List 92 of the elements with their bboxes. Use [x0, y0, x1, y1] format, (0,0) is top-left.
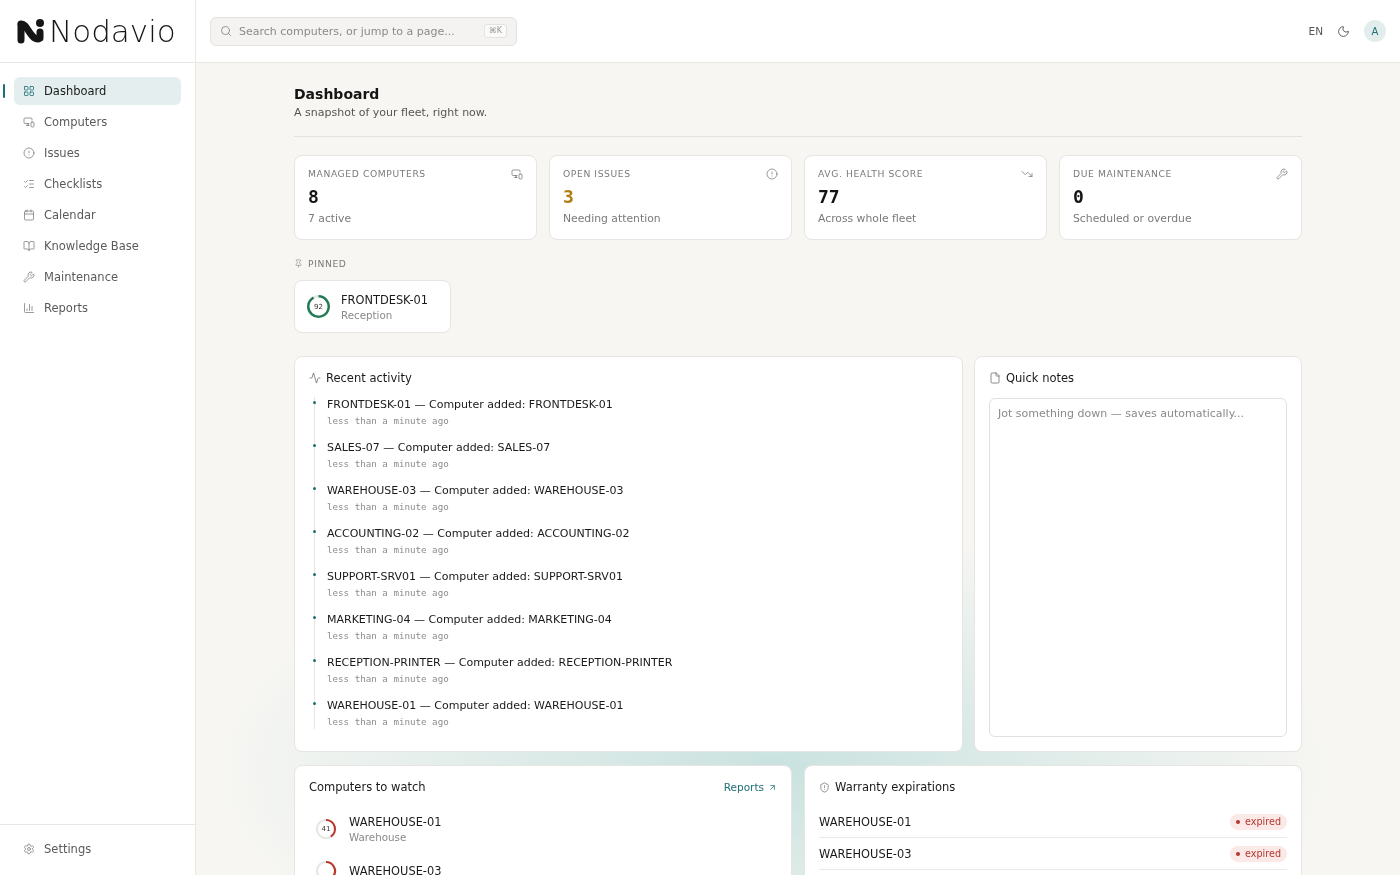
nav-item[interactable]: Knowledge Base [14, 232, 181, 260]
nav-item[interactable]: Dashboard [14, 77, 181, 105]
computer-name: WAREHOUSE-01 [819, 814, 912, 830]
activity-time: less than a minute ago [327, 457, 450, 471]
badge-label: expired [1245, 815, 1281, 829]
computer-name: WAREHOUSE-03 [819, 846, 912, 862]
timeline-dot [313, 659, 316, 662]
timeline-dot [313, 573, 316, 576]
ring-track [315, 818, 332, 840]
computer-name: FRONTDESK-01 [341, 291, 428, 308]
language-button[interactable]: EN [1308, 25, 1323, 37]
nav-item[interactable]: Issues [14, 139, 181, 167]
activity-time: less than a minute ago [327, 543, 450, 557]
stat-label: OPEN ISSUES [563, 168, 631, 179]
timeline-dot [313, 616, 316, 619]
stat-value: 0 [1073, 186, 1085, 208]
stat-caption: 7 active [308, 211, 353, 227]
wrench-icon [1276, 167, 1288, 180]
stat-label: AVG. HEALTH SCORE [818, 168, 924, 179]
settings-icon [23, 843, 35, 855]
book-icon [23, 240, 35, 252]
pulse-icon [309, 372, 321, 384]
activity-time: less than a minute ago [327, 672, 450, 686]
activity-text: FRONTDESK-01 — Computer added: FRONTDESK-01 [327, 397, 614, 413]
activity-text: WAREHOUSE-03 — Computer added: WAREHOUSE-03 [327, 483, 625, 499]
panel-title: Warranty expirations [835, 780, 956, 794]
activity-text: SUPPORT-SRV01 — Computer added: SUPPORT-SRV01 [327, 569, 624, 585]
stat-label: MANAGED COMPUTERS [308, 168, 426, 179]
wrench-icon [23, 271, 35, 283]
activity-text: RECEPTION-PRINTER — Computer added: RECEPTION-PRINTER [327, 655, 674, 671]
pin-icon [294, 258, 303, 268]
moon-icon[interactable] [1337, 24, 1350, 38]
computer-location: Reception [341, 307, 394, 322]
shortcut-hint: ⌘K [483, 23, 507, 39]
timeline-dot [313, 530, 316, 533]
nav-item[interactable]: Reports [14, 294, 181, 322]
devices-icon [23, 116, 35, 128]
arrow-icon [768, 782, 777, 792]
nav-item[interactable]: Maintenance [14, 263, 181, 291]
timeline-dot [313, 487, 316, 490]
page-title: Dashboard [294, 85, 381, 104]
stat-label: DUE MAINTENANCE [1073, 168, 1172, 179]
devices-icon [511, 167, 523, 180]
activity-time: less than a minute ago [327, 500, 450, 514]
reports-link[interactable]: Reports [723, 781, 777, 793]
logo-text: Nodavio [49, 15, 176, 47]
panel-title: Quick notes [1006, 371, 1075, 385]
logo-icon [16, 17, 46, 45]
ring-track [313, 295, 319, 299]
page-subtitle: A snapshot of your fleet, right now. [294, 105, 489, 121]
grid-icon [23, 85, 35, 97]
search-icon [220, 25, 232, 37]
avatar-button[interactable]: A [1364, 20, 1386, 42]
file-icon [989, 372, 1001, 384]
bar-chart-icon [23, 302, 35, 314]
activity-text: WAREHOUSE-01 — Computer added: WAREHOUSE-01 [327, 698, 625, 714]
stat-value: 77 [818, 186, 841, 208]
computer-location: Warehouse [349, 830, 408, 844]
status-dot-icon [1236, 852, 1241, 856]
search-input[interactable]: Search computers, or jump to a page... [239, 24, 477, 38]
nav-item[interactable]: Settings [14, 835, 181, 863]
panel-title: Computers to watch [309, 780, 426, 794]
notes-field[interactable]: Jot something down — saves automatically... [989, 398, 1287, 737]
activity-time: less than a minute ago [327, 715, 450, 729]
stat-value: 8 [308, 186, 320, 208]
timeline-dot [313, 702, 316, 705]
activity-time: less than a minute ago [327, 586, 450, 600]
alert-icon [766, 167, 778, 180]
activity-text: MARKETING-04 — Computer added: MARKETING-04 [327, 612, 613, 628]
nav-item[interactable]: Calendar [14, 201, 181, 229]
nav-item[interactable]: Checklists [14, 170, 181, 198]
timeline-dot [313, 401, 316, 404]
nav-item[interactable]: Computers [14, 108, 181, 136]
stat-caption: Needing attention [563, 211, 662, 227]
section-label: PINNED [308, 257, 347, 269]
status-dot-icon [1236, 820, 1241, 824]
checklist-icon [23, 178, 35, 190]
shield-icon [819, 781, 830, 793]
timeline-dot [313, 444, 316, 447]
stat-caption: Across whole fleet [818, 211, 918, 227]
computer-name[interactable]: WAREHOUSE-03 [349, 863, 442, 875]
alert-icon [23, 147, 35, 159]
activity-time: less than a minute ago [327, 414, 450, 428]
stat-caption: Scheduled or overdue [1073, 211, 1193, 227]
stat-value: 3 [563, 186, 575, 208]
activity-time: less than a minute ago [327, 629, 450, 643]
computer-name[interactable]: WAREHOUSE-01 [349, 814, 442, 830]
activity-text: ACCOUNTING-02 — Computer added: ACCOUNTING-02 [327, 526, 631, 542]
activity-text: SALES-07 — Computer added: SALES-07 [327, 440, 552, 456]
badge-label: expired [1245, 847, 1281, 861]
calendar-icon [23, 209, 35, 221]
panel-title: Recent activity [326, 371, 412, 385]
